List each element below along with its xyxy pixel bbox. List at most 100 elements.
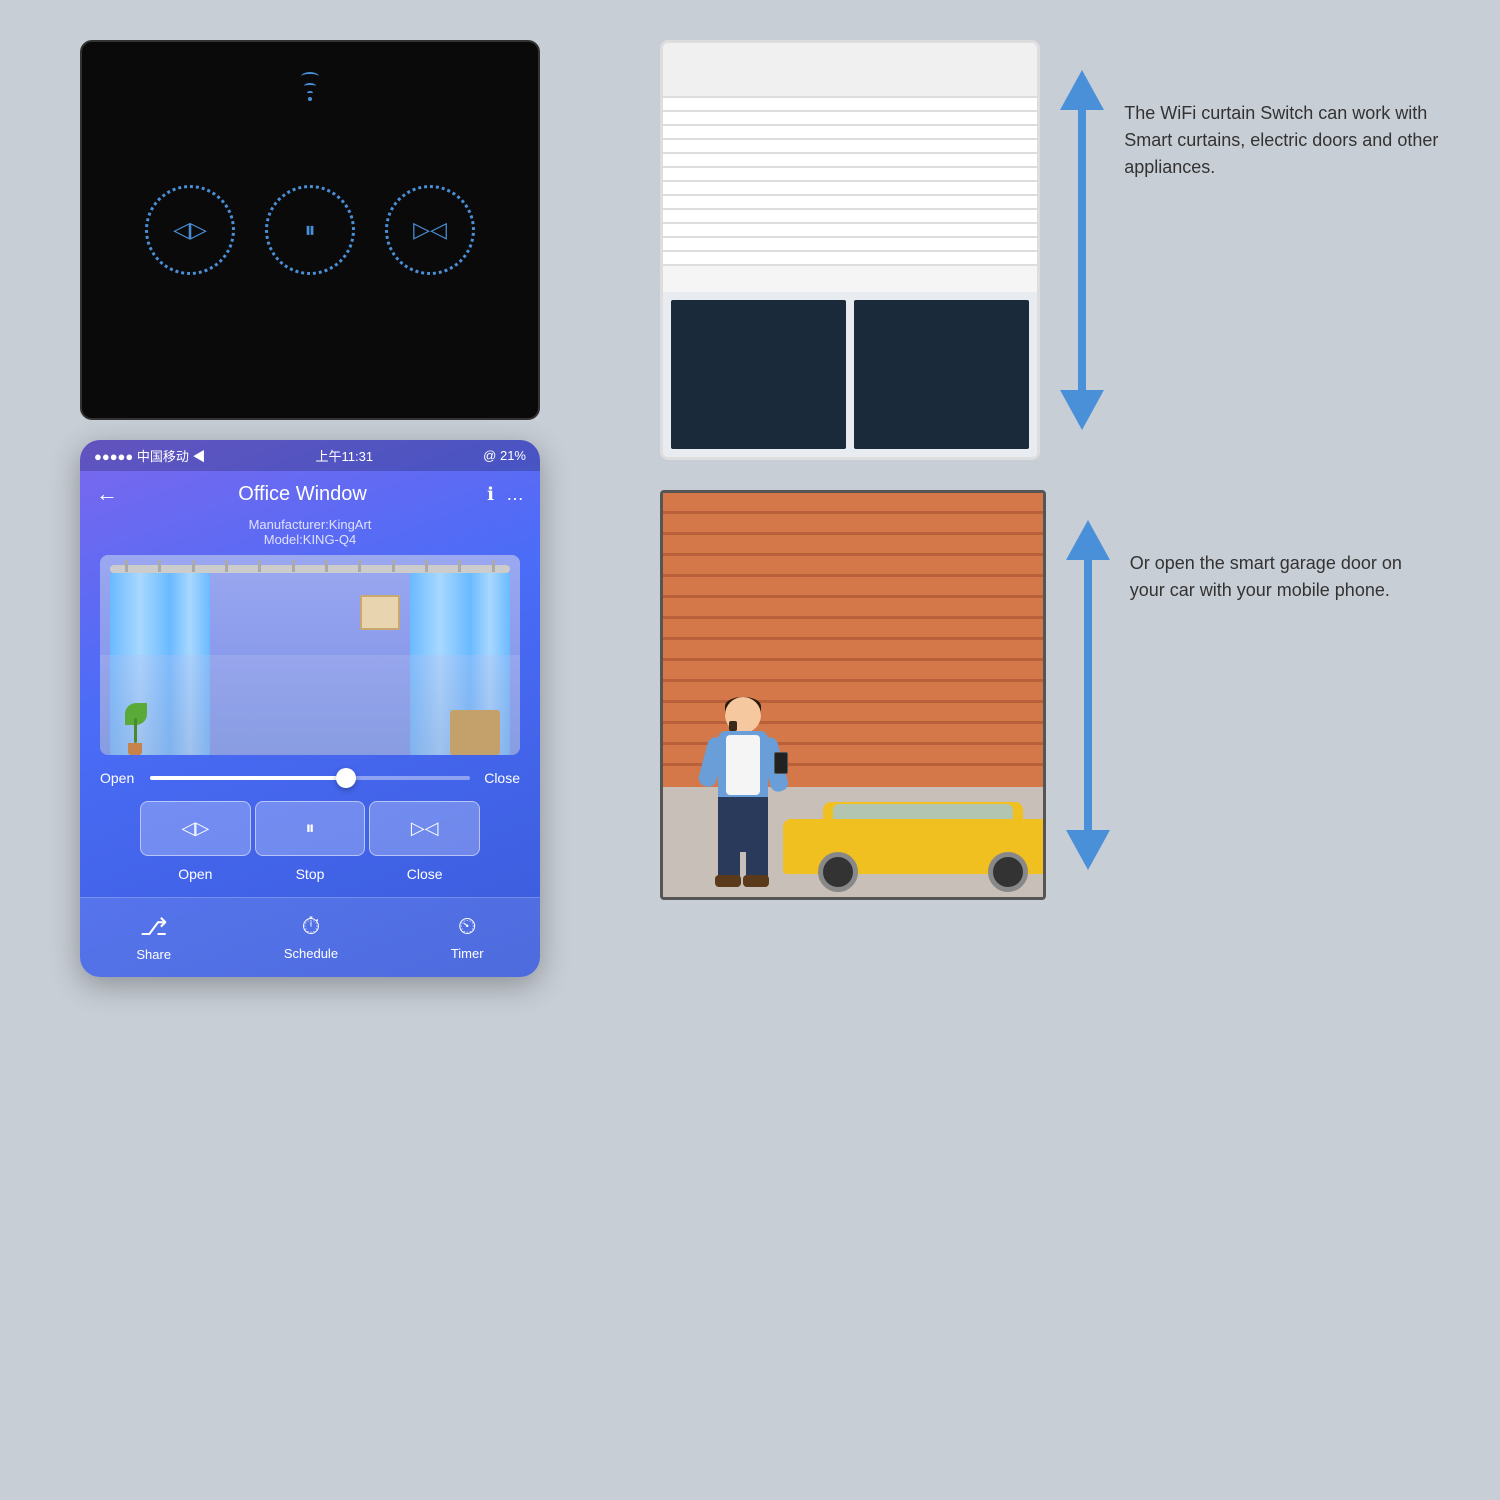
arrow-line [1078,110,1086,390]
garage-slat [663,535,1043,556]
person-holding-phone [774,752,788,774]
person-right-shoe [743,875,769,887]
garage-description: Or open the smart garage door on your ca… [1130,550,1440,604]
status-bar: ●●●●● 中国移动 ◀ 上午11:31 @ 21% [80,440,540,471]
garage-slat [663,577,1043,598]
clock: 上午11:31 [316,446,374,465]
header-icons: ℹ … [487,484,524,505]
shutter-description: The WiFi curtain Switch can work with Sm… [1124,100,1440,181]
person-beard [729,721,737,731]
person-illustration [703,697,783,887]
garage-slat [663,661,1043,682]
garage-arrows [1066,490,1110,900]
open-icon: ◁▷ [181,818,209,839]
shutter-section: The WiFi curtain Switch can work with Sm… [660,40,1440,460]
garage-slat [663,640,1043,661]
shutter-slat [663,182,1037,196]
plant-decoration [120,695,150,755]
switch-buttons-row: ◁▷ ⏸ ▷◁ [145,185,475,275]
shutter-slat [663,112,1037,126]
garage-description-area: Or open the smart garage door on your ca… [1130,490,1440,604]
share-label: Share [136,947,171,962]
schedule-nav-item[interactable]: ⏱ Schedule [284,913,338,962]
shutter-slat [663,154,1037,168]
switch-close-button[interactable]: ▷◁ [385,185,475,275]
garage-slat [663,598,1043,619]
close-button-label: Close [369,866,480,882]
close-button[interactable]: ▷◁ [369,801,480,856]
wifi-icon [301,72,319,101]
right-column: The WiFi curtain Switch can work with Sm… [660,40,1440,900]
shutter-description-area: The WiFi curtain Switch can work with Sm… [1124,40,1440,181]
curtain-hooks [110,560,510,572]
carrier-signal: ●●●●● 中国移动 ◀ [94,446,205,465]
shutter-slat [663,238,1037,252]
garage-slat [663,556,1043,577]
device-info: Manufacturer:KingArt Model:KING-Q4 [80,517,540,547]
shutter-slats-area [663,98,1037,298]
schedule-icon: ⏱ [302,913,321,941]
car-illustration [783,792,1046,892]
shutter-slat [663,210,1037,224]
garage-door-image [660,490,1046,900]
picture-frame-decoration [360,595,400,630]
switch-panel: ◁▷ ⏸ ▷◁ [80,40,540,420]
app-title: Office Window [238,483,367,506]
info-icon[interactable]: ℹ [487,484,494,505]
switch-open-icon: ◁▷ [173,217,207,243]
garage-arrow-line [1084,560,1092,830]
close-icon: ▷◁ [411,818,439,839]
shutter-slat [663,140,1037,154]
timer-icon: ⏲ [458,913,477,941]
curtain-slider-section: Open Close [80,755,540,801]
car-wheel-right [988,852,1028,892]
timer-label: Timer [451,946,484,961]
garage-section: Or open the smart garage door on your ca… [660,490,1440,900]
shutter-housing [663,43,1037,98]
switch-stop-button[interactable]: ⏸ [265,185,355,275]
garage-slat [663,493,1043,514]
schedule-label: Schedule [284,946,338,961]
slider-thumb[interactable] [336,768,356,788]
person-shirt [726,735,760,795]
timer-nav-item[interactable]: ⏲ Timer [451,913,484,962]
arrow-down-icon [1060,390,1104,430]
stop-button-label: Stop [255,866,366,882]
battery-indicator: @ 21% [483,448,526,463]
garage-slat [663,514,1043,535]
phone-app: ●●●●● 中国移动 ◀ 上午11:31 @ 21% ← Office Wind… [80,440,540,977]
window-area [663,292,1037,457]
person-left-shoe [715,875,741,887]
curtain-illustration [100,555,520,755]
switch-open-button[interactable]: ◁▷ [145,185,235,275]
garage-slat [663,619,1043,640]
open-button[interactable]: ◁▷ [140,801,251,856]
person-pants [718,797,768,852]
slider-fill [150,776,342,780]
stop-button[interactable]: ⏸ [255,801,366,856]
share-icon: ⎇ [140,913,168,942]
bottom-navigation: ⎇ Share ⏱ Schedule ⏲ Timer [80,897,540,977]
nightstand-decoration [450,710,500,755]
back-button[interactable]: ← [96,481,118,507]
open-label: Open [100,770,140,786]
control-buttons-row: ◁▷ ⏸ ▷◁ [80,801,540,861]
share-nav-item[interactable]: ⎇ Share [136,913,171,962]
wifi-arc-medium [304,83,316,89]
car-wheel-left [818,852,858,892]
position-slider[interactable] [150,776,470,780]
stop-icon: ⏸ [306,818,315,839]
switch-close-icon: ▷◁ [413,217,447,243]
shutter-slat [663,126,1037,140]
control-button-labels: Open Stop Close [80,861,540,897]
arrow-up-icon [1060,70,1104,110]
garage-arrow-up-icon [1066,520,1110,560]
shutter-arrows [1060,40,1104,460]
shutter-slat [663,252,1037,266]
wifi-arc-large [301,72,319,81]
switch-stop-icon: ⏸ [304,217,315,243]
more-options-icon[interactable]: … [506,484,524,505]
manufacturer-label: Manufacturer:KingArt [80,517,540,532]
app-header: ← Office Window ℹ … [80,471,540,517]
shutter-slat [663,224,1037,238]
